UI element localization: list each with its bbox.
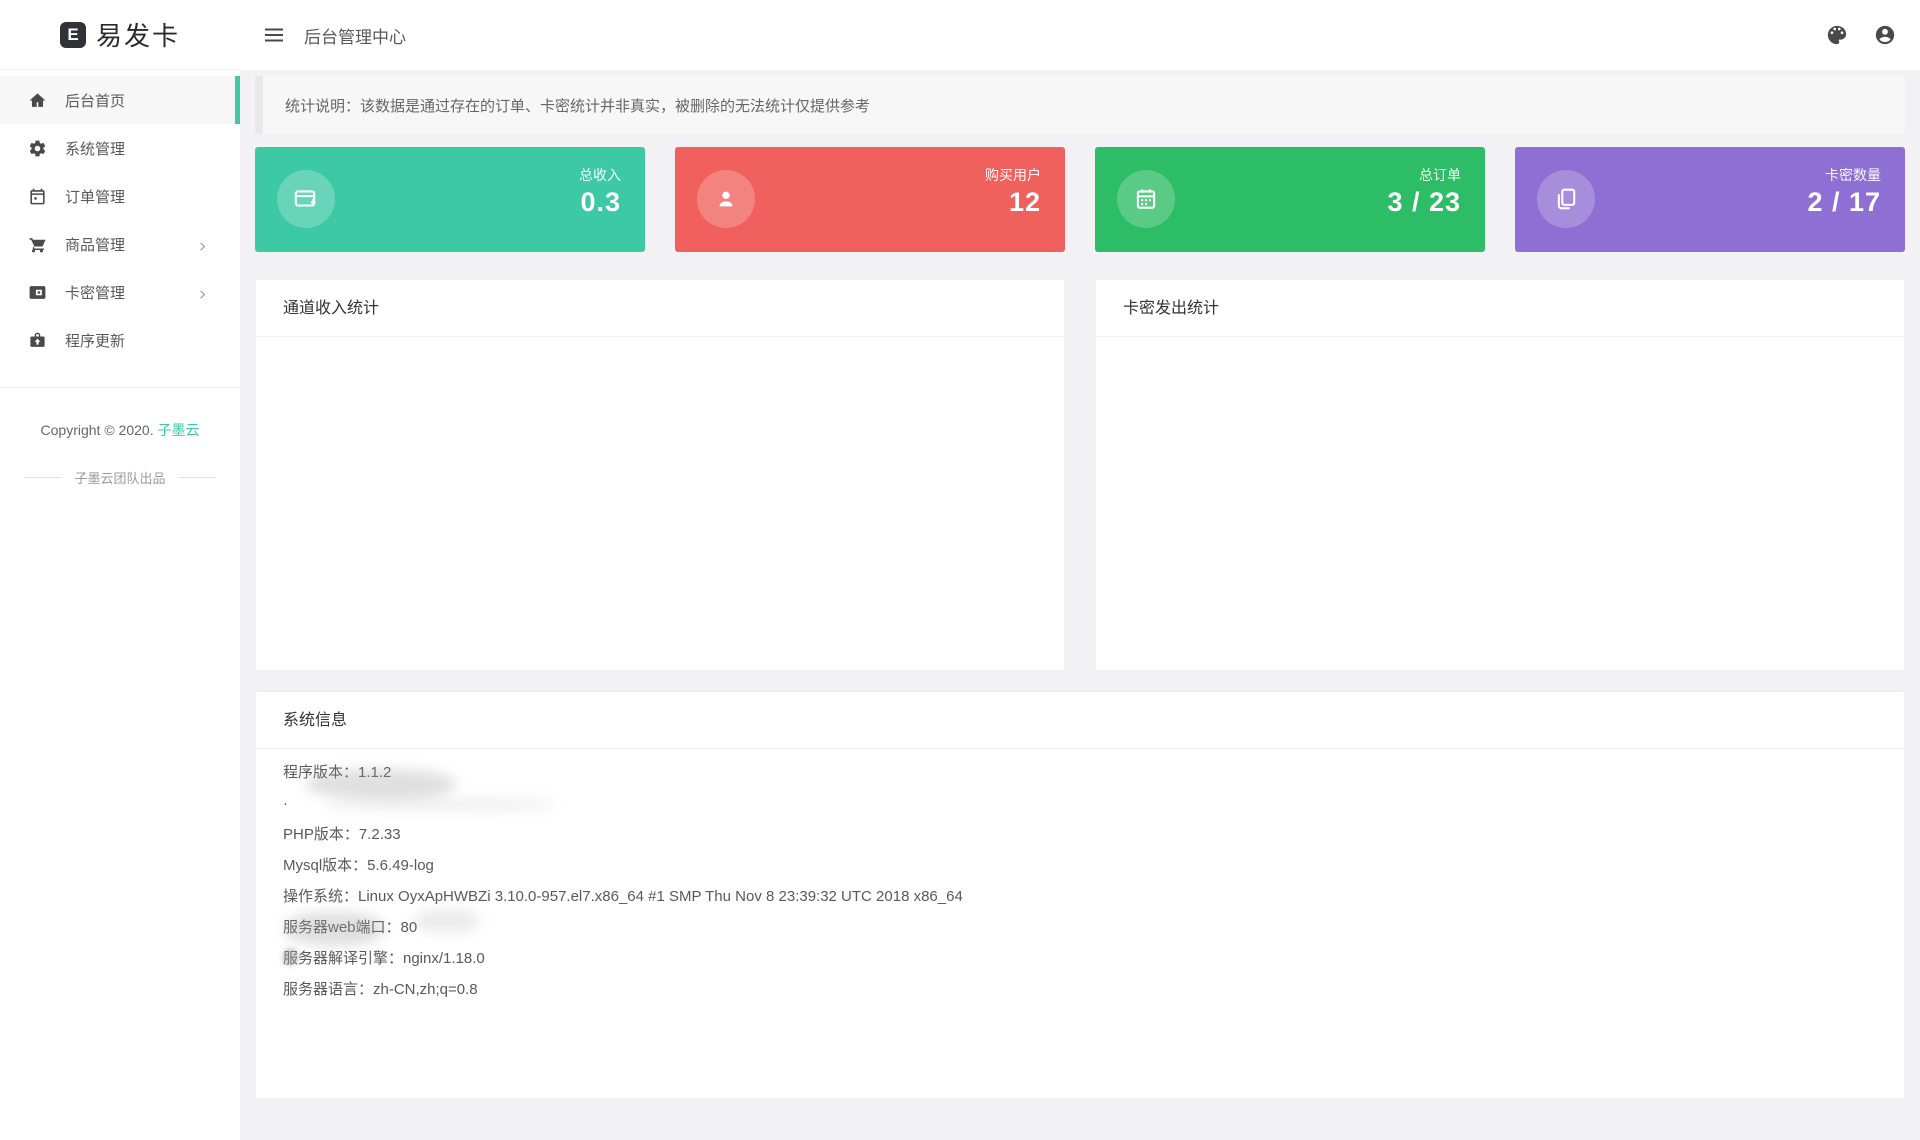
sidebar-item-label: 系统管理 (65, 138, 240, 159)
brand-logo[interactable]: E 易发卡 (0, 0, 240, 70)
sidebar-item-update[interactable]: 程序更新 (0, 316, 240, 364)
card-issue-chart-body (1096, 337, 1904, 671)
copy-icon (1537, 170, 1595, 228)
sidebar-item-home[interactable]: 后台首页 (0, 76, 240, 124)
sidebar-item-label: 商品管理 (65, 234, 197, 255)
card-issue-title: 卡密发出统计 (1096, 280, 1904, 337)
team-note: 子墨云团队出品 (0, 468, 240, 487)
channel-income-panel: 通道收入统计 (255, 279, 1065, 671)
stat-card-card-count: 卡密数量 2 / 17 (1515, 147, 1905, 252)
stats-notice-text: 统计说明：该数据是通过存在的订单、卡密统计并非真实，被删除的无法统计仅提供参考 (285, 95, 870, 116)
copyright-brand-link[interactable]: 子墨云 (157, 422, 199, 438)
user-icon (697, 170, 755, 228)
sidebar-item-products[interactable]: 商品管理 (0, 220, 240, 268)
charts-row: 通道收入统计 卡密发出统计 (255, 279, 1905, 671)
channel-income-chart-body (256, 337, 1064, 671)
stat-cards-row: 总收入 0.3 购买用户 12 总订单 3 / 23 卡密数量 2 / 17 (255, 147, 1905, 252)
stat-card-buyers: 购买用户 12 (675, 147, 1065, 252)
sidebar-item-system[interactable]: 系统管理 (0, 124, 240, 172)
stats-notice: 统计说明：该数据是通过存在的订单、卡密统计并非真实，被删除的无法统计仅提供参考 (255, 76, 1905, 134)
copyright-text: Copyright © 2020. (41, 422, 154, 438)
stat-card-label: 总订单 (1419, 165, 1461, 185)
topbar-actions (1826, 24, 1896, 46)
info-line-server-engine: 服务器解译引擎：nginx/1.18.0 (283, 943, 1877, 974)
stat-card-label: 卡密数量 (1825, 165, 1881, 185)
home-icon (28, 91, 47, 110)
gear-icon (28, 139, 47, 158)
card-issue-panel: 卡密发出统计 (1095, 279, 1905, 671)
info-line-php-version: PHP版本：7.2.33 (283, 819, 1877, 850)
upgrade-icon (28, 331, 47, 350)
channel-income-title: 通道收入统计 (256, 280, 1064, 337)
credit-card-icon (277, 170, 335, 228)
info-line-program-version: 程序版本：1.1.2 (283, 757, 1877, 788)
chevron-right-icon (197, 287, 208, 298)
calendar-icon (1117, 170, 1175, 228)
sidebar-divider (0, 387, 240, 388)
stat-card-label: 购买用户 (985, 165, 1041, 185)
info-line-redacted: · (283, 788, 1877, 819)
theme-palette-icon[interactable] (1826, 24, 1848, 46)
copyright: Copyright © 2020. 子墨云 (0, 420, 240, 440)
team-note-text: 子墨云团队出品 (74, 468, 165, 487)
sidebar-item-label: 订单管理 (65, 186, 240, 207)
info-line-os: 操作系统：Linux OyxApHWBZi 3.10.0-957.el7.x86… (283, 881, 1877, 912)
user-account-icon[interactable] (1874, 24, 1896, 46)
brand-name: 易发卡 (96, 16, 180, 53)
stat-card-value: 12 (1009, 187, 1041, 218)
sidebar-menu: 后台首页 系统管理 订单管理 商品管理 (0, 70, 240, 364)
system-info-panel: 系统信息 程序版本：1.1.2 · PHP版本：7.2.33 Mysql版本：5… (255, 691, 1905, 1099)
info-line-mysql-version: Mysql版本：5.6.49-log (283, 850, 1877, 881)
info-line-web-port: 服务器web端口：80 (283, 912, 1877, 943)
sidebar-item-label: 卡密管理 (65, 282, 197, 303)
stat-card-value: 3 / 23 (1387, 187, 1461, 218)
sidebar-item-label: 程序更新 (65, 330, 240, 351)
topbar: 后台管理中心 (240, 0, 1920, 70)
stat-card-value: 2 / 17 (1807, 187, 1881, 218)
system-info-title: 系统信息 (256, 692, 1904, 749)
info-line-server-language: 服务器语言：zh-CN,zh;q=0.8 (283, 974, 1877, 1005)
sidebar-item-cards[interactable]: 卡密管理 (0, 268, 240, 316)
stat-card-income: 总收入 0.3 (255, 147, 645, 252)
main-content: 统计说明：该数据是通过存在的订单、卡密统计并非真实，被删除的无法统计仅提供参考 … (240, 70, 1920, 1140)
stat-card-orders: 总订单 3 / 23 (1095, 147, 1485, 252)
stat-card-label: 总收入 (579, 165, 621, 185)
page-title: 后台管理中心 (304, 23, 406, 48)
cart-icon (28, 235, 47, 254)
stat-card-value: 0.3 (580, 187, 621, 218)
system-info-body: 程序版本：1.1.2 · PHP版本：7.2.33 Mysql版本：5.6.49… (256, 749, 1904, 1013)
sidebar-item-label: 后台首页 (65, 90, 240, 111)
chevron-right-icon (197, 239, 208, 250)
calendar-icon (28, 187, 47, 206)
brand-logo-icon: E (60, 22, 86, 48)
card-icon (28, 283, 47, 302)
sidebar-item-orders[interactable]: 订单管理 (0, 172, 240, 220)
hamburger-menu-icon[interactable] (262, 23, 286, 47)
sidebar: E 易发卡 后台首页 系统管理 订单管理 商品管理 (0, 0, 240, 1140)
